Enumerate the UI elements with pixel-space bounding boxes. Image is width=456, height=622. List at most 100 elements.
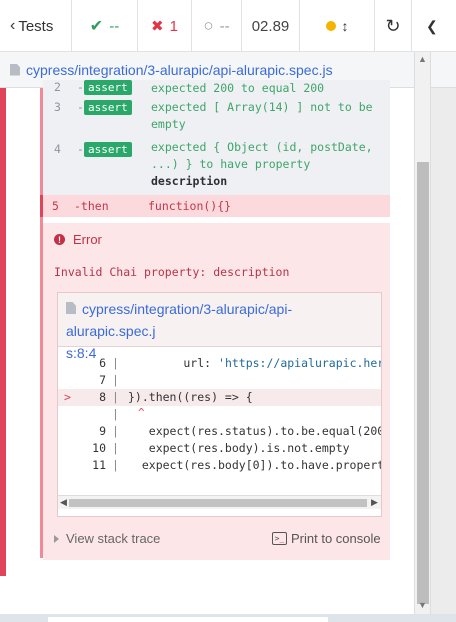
failed-test-stripe [0,88,6,576]
vertical-scrollbar[interactable]: ▲ ▼ [414,52,430,614]
print-to-console-button[interactable]: >_ Print to console [272,531,381,546]
chevron-left-icon: ‹ [10,17,16,34]
code-line: 10 | expect(res.body).is.not.empty [58,440,381,457]
code-line: | [58,406,381,423]
assert-badge: assert [84,80,132,95]
assert-badge: assert [84,100,132,115]
print-to-console-label: Print to console [291,531,381,546]
horizontal-scrollbar[interactable]: ◀ ▶ [58,495,381,509]
error-title: Error [73,232,102,247]
bottom-tab [48,617,328,622]
check-icon: ✔ [89,18,104,35]
line-number: 10 [92,441,106,455]
tests-back-button[interactable]: ‹ Tests [0,0,72,52]
command-log: 2 - assert expected 200 to equal 200 3 -… [0,80,414,578]
code-lines: 6 | url: 'https://apialurapic.hero 7 | >8 |})… [58,353,381,490]
gutter-bar: | [112,458,119,472]
gutter-bar: | [112,356,119,370]
scroll-up-icon[interactable]: ▲ [418,54,427,64]
next-button[interactable]: ❮ [412,0,456,52]
scrollbar-thumb[interactable] [69,499,367,507]
command-name: -then [74,199,109,213]
chevron-left-icon: ❮ [426,17,438,34]
view-stack-trace-label: View stack trace [66,531,161,546]
command-message: expected [ Array(14) ] not to be empty [151,100,373,131]
command-row[interactable]: 2 - assert expected 200 to equal 200 [43,80,390,96]
failed-value: 1 [169,17,178,35]
code-source: expect(res.body).is.not.empty [128,440,350,457]
code-text: url: [128,356,219,370]
reload-button[interactable]: ↻ [374,0,412,52]
code-line: 7 | [58,372,381,389]
status-dot-icon [325,21,336,31]
code-text: expect(res.body[0]).to.have.propert [128,458,381,472]
error-icon: ! [54,234,65,245]
command-message: expected 200 to equal 200 [151,81,325,95]
file-icon [66,302,76,314]
command-row[interactable]: 4 - assert expected { Object (id, postDa… [43,138,390,195]
command-dash: - [77,100,84,114]
command-number: 5 [52,199,59,213]
command-message: expected { Object (id, postDate, ...) } … [151,139,376,190]
duration: 02.89 [242,0,300,52]
code-source: url: 'https://apialurapic.hero [128,355,381,372]
failed-count[interactable]: ✖ 1 [138,0,192,52]
sort-arrows-icon: ↕ [341,18,349,34]
passed-value: -- [109,17,120,35]
code-line: 6 | url: 'https://apialurapic.hero [58,355,381,372]
then-command-row[interactable]: 5 -then function(){} [40,195,390,217]
view-stack-trace-toggle[interactable]: View stack trace [54,531,160,546]
code-frame-file-link[interactable]: cypress/integration/3-alurapic/api-alura… [58,293,381,361]
scroll-down-icon[interactable]: ▼ [418,600,427,610]
caret-right-icon [54,534,59,543]
gutter-bar: | [112,424,119,438]
command-dash: - [77,80,84,94]
pending-circle-icon: ○ [203,16,214,35]
error-header: ! Error [54,232,102,247]
code-file-path[interactable]: cypress/integration/3-alurapic/api-alura… [66,301,292,339]
line-number: 6 [99,356,106,370]
code-source: expect(res.status).to.be.equal(200 [128,423,381,440]
reload-icon: ↻ [385,15,401,36]
line-number: 8 [99,390,106,404]
command-number: 4 [54,142,61,156]
line-number: 7 [99,373,106,387]
reporter-header: ‹ Tests ✔ -- ✖ 1 ○ -- 02.89 ↕ ↻ ❮ [0,0,456,52]
line-number: 11 [92,458,106,472]
passed-count[interactable]: ✔ -- [72,0,138,52]
current-line-arrow-icon: > [64,390,71,404]
x-icon: ✖ [151,18,164,35]
error-caret: ^ [138,406,145,419]
gutter-bar: | [112,390,119,404]
scrollbar-thumb[interactable] [417,162,429,604]
error-message: Invalid Chai property: description [54,265,290,279]
command-row[interactable]: 3 - assert expected [ Array(14) ] not to… [43,96,390,138]
file-icon [10,63,20,76]
command-message-property: description [151,174,228,188]
scroll-left-icon[interactable]: ◀ [60,497,67,508]
code-line: 9 | expect(res.status).to.be.equal(200 [58,423,381,440]
line-number: 9 [99,424,106,438]
code-line: >8 | }).then((res) => { [58,389,381,406]
scroll-right-icon[interactable]: ▶ [371,497,378,508]
gutter-bar: | [112,407,119,421]
running-status[interactable]: ↕ [300,0,374,52]
code-source: }).then((res) => { [128,389,253,406]
gutter-bar: | [112,373,119,387]
terminal-icon: >_ [272,532,287,545]
command-message-text: expected { Object (id, postDate, ...) } … [151,140,373,171]
command-number: 3 [54,100,61,114]
command-number: 2 [54,80,61,94]
error-panel: ! Error Invalid Chai property: descripti… [43,223,390,560]
code-line: 11 | expect(res.body[0]).to.have.propert [58,457,381,474]
aut-header-edge [431,52,456,88]
pending-value: -- [219,17,230,35]
gutter-bar: | [112,441,119,455]
aut-panel-edge [430,52,456,622]
code-frame: cypress/integration/3-alurapic/api-alura… [57,292,382,517]
spec-file-path[interactable]: cypress/integration/3-alurapic/api-alura… [26,62,333,78]
pending-count[interactable]: ○ -- [192,0,242,52]
assert-badge: assert [84,142,132,157]
code-text: expect(res.status).to.be.equal(200 [128,424,381,438]
code-string: 'https://apialurapic.hero [218,356,381,370]
